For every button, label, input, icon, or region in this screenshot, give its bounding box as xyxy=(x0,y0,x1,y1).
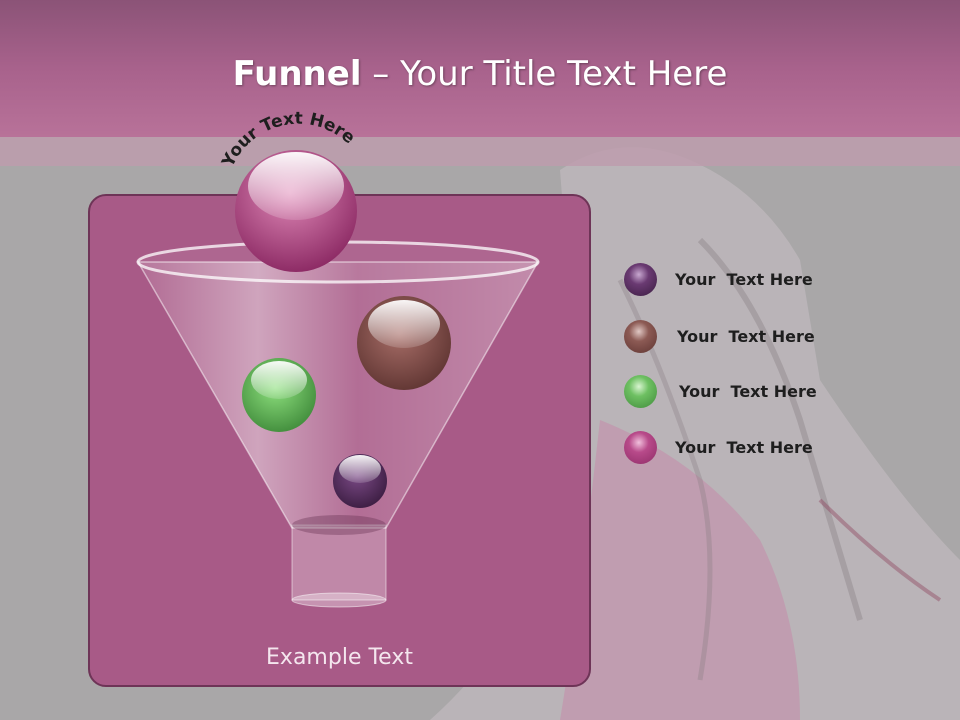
legend-label: Your Text Here xyxy=(677,326,815,346)
legend-dot-icon xyxy=(624,319,657,353)
legend-label: Your Text Here xyxy=(679,381,817,401)
purple-ball xyxy=(333,454,387,508)
legend-dot-icon xyxy=(624,430,657,464)
example-text: Example Text xyxy=(266,645,413,670)
legend-item-3: Your Text Here xyxy=(624,374,817,408)
green-ball xyxy=(242,358,316,432)
funnel-graphic: Your Text Here xyxy=(136,109,540,608)
legend-label: Your Text Here xyxy=(675,269,813,289)
legend-dot-icon xyxy=(624,262,657,296)
top-ball xyxy=(235,150,357,272)
legend-item-1: Your Text Here xyxy=(624,262,813,296)
legend-item-2: Your Text Here xyxy=(624,319,815,353)
legend-label: Your Text Here xyxy=(675,437,813,457)
funnel-spout xyxy=(291,524,387,601)
brown-ball xyxy=(357,296,451,390)
legend-dot-icon xyxy=(624,374,657,408)
legend-item-4: Your Text Here xyxy=(624,430,813,464)
